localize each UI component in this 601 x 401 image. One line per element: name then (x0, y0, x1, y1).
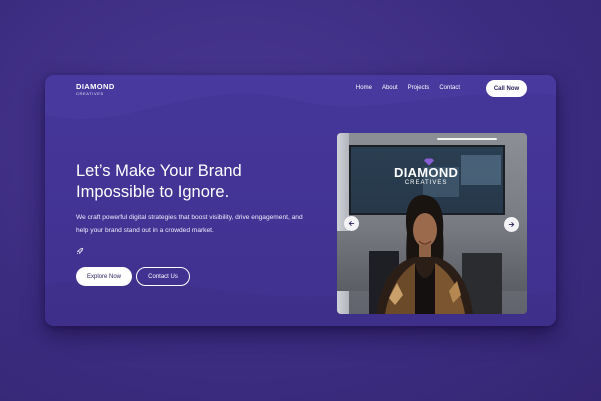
arrow-left-icon (348, 221, 355, 226)
nav-item-contact[interactable]: Contact (439, 85, 460, 91)
hero-title-line-2: Impossible to Ignore. (76, 183, 230, 201)
call-now-button[interactable]: Call Now (486, 80, 527, 97)
brand-tagline: CREATIVES (76, 90, 104, 96)
brand-name: DIAMOND (76, 82, 115, 91)
rocket-icon (76, 247, 84, 255)
nav-item-home[interactable]: Home (356, 85, 372, 91)
contact-us-button[interactable]: Contact Us (136, 267, 190, 286)
nav-item-projects[interactable]: Projects (408, 85, 430, 91)
hero-title-line-1: Let’s Make Your Brand (76, 162, 242, 180)
explore-now-button[interactable]: Explore Now (76, 267, 132, 286)
hero-description: We craft powerful digital strategies tha… (76, 214, 303, 234)
website-mockup-card: DIAMOND CREATIVES Home About Projects Co… (45, 75, 556, 326)
arrow-right-icon (508, 222, 515, 227)
main-nav: Home About Projects Contact (346, 85, 460, 91)
carousel-next-button[interactable] (504, 217, 519, 232)
carousel-prev-button[interactable] (344, 216, 359, 231)
hero-title: Let’s Make Your Brand Impossible to Igno… (76, 161, 306, 203)
nav-item-about[interactable]: About (382, 85, 398, 91)
brand-logo[interactable]: DIAMOND CREATIVES (76, 83, 115, 96)
hero-image-carousel: DIAMOND CREATIVES (337, 133, 527, 314)
person-portrait (369, 195, 502, 314)
